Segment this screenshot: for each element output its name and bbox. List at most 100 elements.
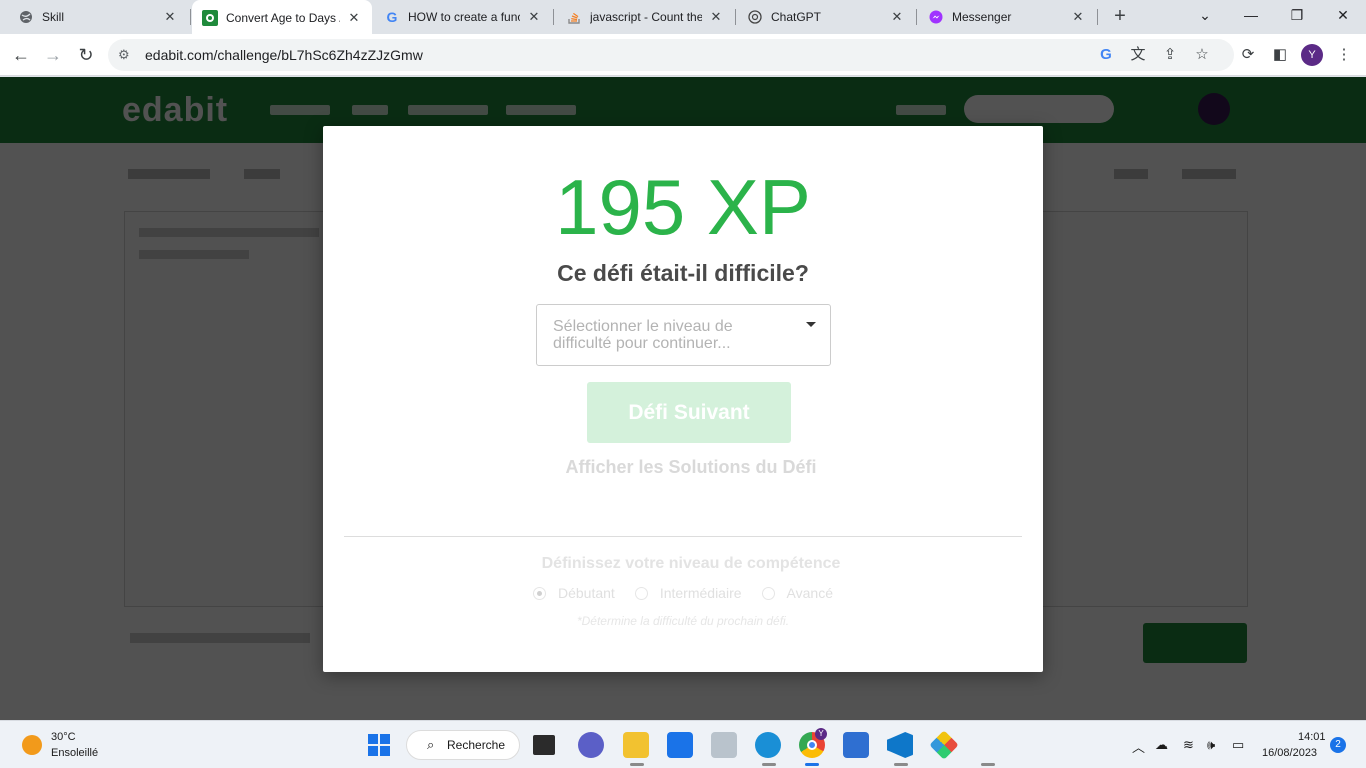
windows-start-icon[interactable] bbox=[368, 734, 390, 756]
volume-icon[interactable]: 🕪 bbox=[1207, 737, 1215, 753]
tab-separator bbox=[735, 9, 736, 25]
close-icon[interactable]: ✕ bbox=[346, 10, 362, 26]
close-icon[interactable]: ✕ bbox=[889, 9, 905, 25]
snipping-tool-icon[interactable] bbox=[929, 730, 959, 760]
menu-kebab-icon[interactable]: ⋮ bbox=[1334, 45, 1354, 65]
tab-how-to-create[interactable]: G HOW to create a functi ✕ bbox=[374, 0, 552, 34]
tab-strip: Skill ✕ Convert Age to Days / ✕ G HOW to… bbox=[0, 0, 1366, 35]
tab-title: HOW to create a functi bbox=[408, 10, 520, 24]
tab-messenger[interactable]: Messenger ✕ bbox=[918, 0, 1096, 34]
wifi-icon[interactable]: ≋ bbox=[1183, 737, 1194, 753]
reload-icon[interactable]: ↻ bbox=[73, 42, 99, 68]
close-icon[interactable]: ✕ bbox=[708, 9, 724, 25]
divider bbox=[344, 536, 1022, 537]
file-explorer-icon[interactable] bbox=[623, 732, 649, 758]
difficulty-select-placeholder: Sélectionner le niveau de difficulté pou… bbox=[553, 318, 733, 352]
globe-icon bbox=[18, 9, 34, 25]
radio-button[interactable] bbox=[634, 586, 648, 600]
radio-button[interactable] bbox=[761, 586, 775, 600]
vscode-icon[interactable] bbox=[887, 732, 913, 758]
tab-separator bbox=[553, 9, 554, 25]
chatgpt-icon bbox=[747, 9, 763, 25]
xp-earned: 195 XP bbox=[555, 163, 811, 251]
edabit-icon bbox=[202, 9, 218, 26]
app-running-indicator bbox=[981, 763, 995, 766]
taskbar-search-label: Recherche bbox=[447, 738, 506, 752]
tab-search-chevron-icon[interactable]: ⌄ bbox=[1182, 0, 1228, 34]
skill-level-options: Débutant Intermédiaire Avancé bbox=[323, 585, 1043, 601]
skill-option-label: Débutant bbox=[558, 585, 615, 601]
back-arrow-icon[interactable]: ← bbox=[8, 42, 34, 68]
google-icon: G bbox=[386, 9, 398, 25]
site-info-icon[interactable]: ⚙ bbox=[118, 47, 130, 63]
challenge-complete-modal: 195 XP Ce défi était-il difficile? Sélec… bbox=[323, 126, 1043, 672]
difficulty-question: Ce défi était-il difficile? bbox=[557, 260, 809, 286]
sun-icon[interactable] bbox=[22, 735, 42, 755]
radio-button[interactable] bbox=[533, 586, 546, 600]
tab-title: Messenger bbox=[952, 10, 1012, 24]
skill-option-intermediate[interactable]: Intermédiaire bbox=[634, 585, 742, 601]
skill-option-label: Intermédiaire bbox=[659, 585, 742, 601]
messenger-icon bbox=[928, 9, 944, 25]
teams-chat-icon[interactable] bbox=[578, 732, 604, 758]
taskbar-search[interactable]: ⌕ Recherche bbox=[406, 730, 520, 760]
profile-avatar[interactable]: Y bbox=[1301, 44, 1323, 66]
caret-down-icon bbox=[806, 322, 816, 327]
skill-note: *Détermine la difficulté du prochain déf… bbox=[576, 614, 790, 628]
skill-option-beginner[interactable]: Débutant bbox=[533, 585, 615, 601]
weather-temperature[interactable]: 30°C bbox=[51, 731, 76, 743]
app-running-indicator bbox=[894, 763, 908, 766]
chrome-center bbox=[807, 740, 817, 750]
onedrive-sync-icon[interactable]: ☁ bbox=[1155, 737, 1168, 753]
clock-time[interactable]: 14:01 bbox=[1298, 731, 1326, 743]
tab-skill[interactable]: Skill ✕ bbox=[8, 0, 188, 34]
chevron-up-icon[interactable]: ︿ bbox=[1132, 737, 1145, 756]
tab-separator bbox=[916, 9, 917, 25]
skill-level-title: Définissez votre niveau de compétence bbox=[541, 555, 841, 572]
forward-arrow-icon[interactable]: → bbox=[40, 42, 66, 68]
chrome-profile-badge: Y bbox=[815, 728, 827, 740]
edge-icon[interactable] bbox=[755, 732, 781, 758]
mail-icon[interactable] bbox=[667, 732, 693, 758]
tab-title: ChatGPT bbox=[771, 10, 822, 24]
stackoverflow-icon bbox=[566, 9, 582, 25]
minimize-icon[interactable]: — bbox=[1228, 0, 1274, 34]
extensions-icon[interactable]: ⟳ bbox=[1238, 45, 1258, 65]
address-bar[interactable]: ⚙ edabit.com/challenge/bL7hSc6Zh4zZJzGmw bbox=[108, 39, 1234, 71]
restore-icon[interactable]: ❐ bbox=[1274, 0, 1320, 34]
photos-icon[interactable] bbox=[711, 732, 737, 758]
new-tab-button[interactable]: + bbox=[1108, 5, 1132, 29]
tab-chatgpt[interactable]: ChatGPT ✕ bbox=[737, 0, 915, 34]
tab-separator bbox=[1097, 9, 1098, 25]
view-solutions-link[interactable]: Afficher les Solutions du Défi bbox=[323, 457, 1059, 478]
google-lens-icon[interactable]: G bbox=[1096, 45, 1116, 65]
tab-convert-age[interactable]: Convert Age to Days / ✕ bbox=[192, 0, 372, 35]
close-icon[interactable]: ✕ bbox=[526, 9, 542, 25]
bookmark-star-icon[interactable]: ☆ bbox=[1192, 45, 1212, 65]
share-icon[interactable]: ⇪ bbox=[1160, 45, 1180, 65]
clock-date[interactable]: 16/08/2023 bbox=[1262, 747, 1317, 759]
next-challenge-button[interactable]: Défi Suivant bbox=[587, 382, 791, 443]
app-running-indicator bbox=[762, 763, 776, 766]
store-icon[interactable] bbox=[843, 732, 869, 758]
difficulty-select[interactable]: Sélectionner le niveau de difficulté pou… bbox=[536, 304, 831, 366]
notification-badge[interactable]: 2 bbox=[1330, 737, 1346, 753]
translate-icon[interactable]: 文 bbox=[1128, 45, 1148, 65]
url-text[interactable]: edabit.com/challenge/bL7hSc6Zh4zZJzGmw bbox=[145, 47, 423, 63]
side-panel-icon[interactable]: ◧ bbox=[1270, 45, 1290, 65]
tab-title: javascript - Count the bbox=[590, 10, 702, 24]
tab-title: Convert Age to Days / bbox=[226, 10, 340, 25]
task-view-icon[interactable] bbox=[533, 735, 555, 755]
skill-option-advanced[interactable]: Avancé bbox=[761, 585, 833, 601]
app-running-indicator bbox=[630, 763, 644, 766]
close-icon[interactable]: ✕ bbox=[1070, 9, 1086, 25]
battery-icon[interactable]: ▭ bbox=[1232, 737, 1244, 753]
app-active-indicator bbox=[805, 763, 819, 766]
close-icon[interactable]: ✕ bbox=[162, 9, 178, 25]
taskbar: 30°C Ensoleillé ⌕ Recherche Y ︿ ☁ ≋ 🕪 ▭ … bbox=[0, 720, 1366, 768]
skill-option-label: Avancé bbox=[786, 585, 833, 601]
weather-description[interactable]: Ensoleillé bbox=[51, 747, 98, 759]
tab-javascript-count[interactable]: javascript - Count the ✕ bbox=[556, 0, 734, 34]
window-close-icon[interactable]: ✕ bbox=[1320, 0, 1366, 34]
browser-toolbar: ← → ↻ ⚙ edabit.com/challenge/bL7hSc6Zh4z… bbox=[0, 34, 1366, 76]
